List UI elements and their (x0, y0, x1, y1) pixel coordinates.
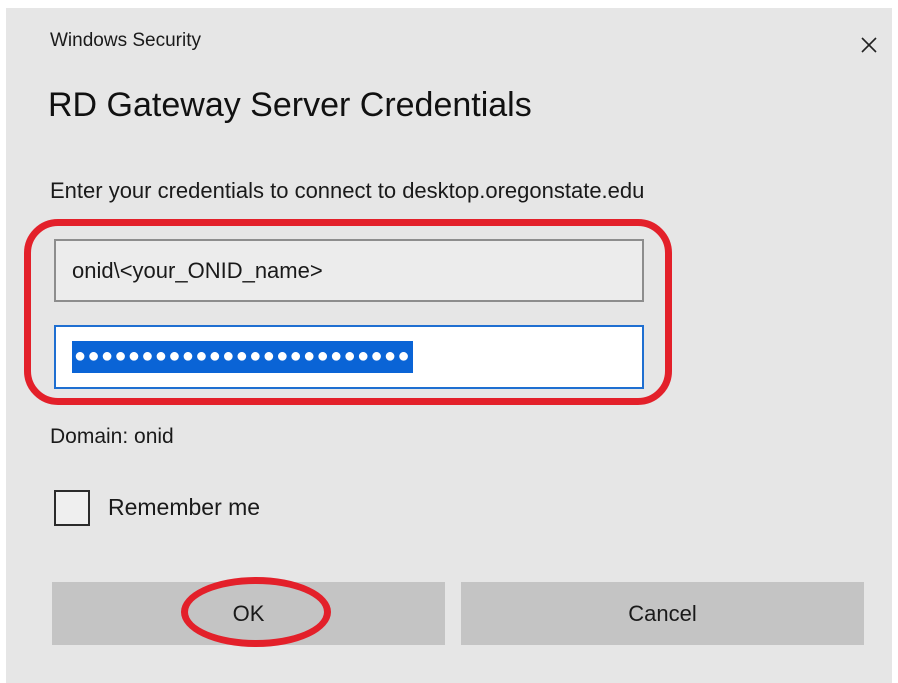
close-button[interactable] (854, 30, 884, 60)
username-value: onid\<your_ONID_name> (72, 257, 323, 283)
password-field[interactable]: ●●●●●●●●●●●●●●●●●●●●●●●●● (54, 325, 644, 389)
remember-me-checkbox[interactable] (54, 490, 90, 526)
cancel-button[interactable]: Cancel (461, 582, 864, 645)
close-icon (861, 37, 877, 53)
password-mask: ●●●●●●●●●●●●●●●●●●●●●●●●● (72, 341, 414, 373)
remember-me-label[interactable]: Remember me (108, 494, 260, 521)
instruction-text: Enter your credentials to connect to des… (50, 178, 645, 203)
window-title: Windows Security (50, 30, 201, 51)
username-field[interactable]: onid\<your_ONID_name> (54, 239, 644, 302)
dialog-heading: RD Gateway Server Credentials (48, 86, 532, 124)
windows-security-dialog: Windows Security RD Gateway Server Crede… (6, 8, 892, 683)
domain-label: Domain: onid (50, 425, 174, 448)
ok-button[interactable]: OK (52, 582, 445, 645)
